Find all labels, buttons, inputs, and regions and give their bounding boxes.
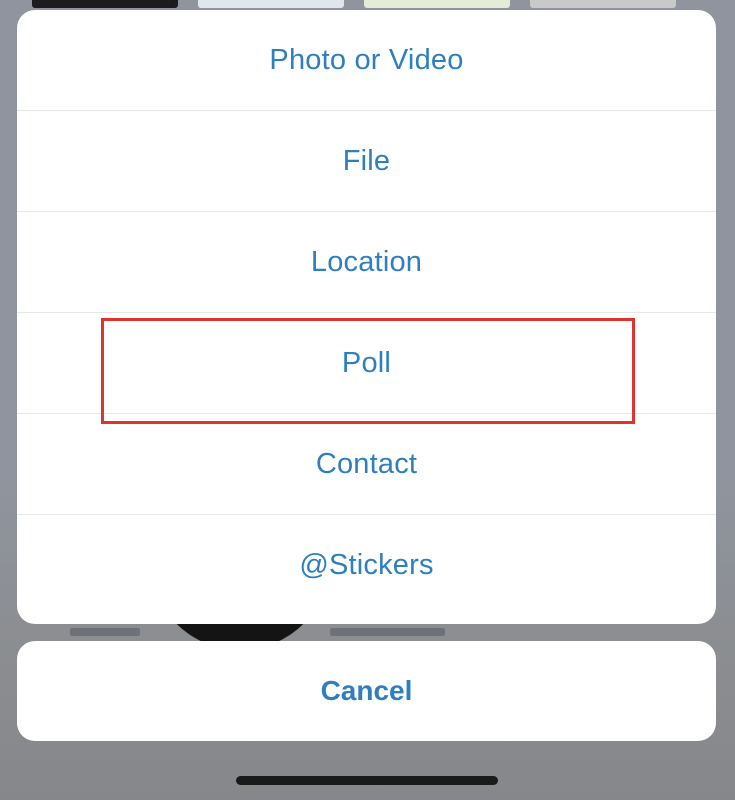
home-indicator: [236, 776, 498, 785]
photo-thumbnail[interactable]: [32, 0, 178, 8]
photo-thumbnail[interactable]: [530, 0, 676, 8]
photo-thumbnail[interactable]: [198, 0, 344, 8]
photo-thumbnail-strip: [0, 0, 735, 8]
action-label: @Stickers: [299, 549, 434, 581]
action-location[interactable]: Location: [17, 212, 716, 313]
action-poll[interactable]: Poll: [17, 313, 716, 414]
background-text: [70, 628, 140, 636]
action-label: File: [342, 144, 391, 177]
action-file[interactable]: File: [17, 111, 716, 212]
attachment-action-sheet: Photo or Video File Location Poll Contac…: [17, 10, 716, 624]
cancel-button[interactable]: Cancel: [17, 641, 716, 741]
action-contact[interactable]: Contact: [17, 414, 716, 515]
action-label: Contact: [315, 447, 418, 480]
action-label: Poll: [341, 346, 392, 379]
background-text: [330, 628, 445, 636]
cancel-label: Cancel: [320, 675, 413, 706]
action-label: Location: [310, 245, 423, 278]
action-label: Photo or Video: [269, 43, 464, 76]
photo-thumbnail[interactable]: [364, 0, 510, 8]
action-stickers[interactable]: @Stickers: [17, 515, 716, 616]
action-photo-or-video[interactable]: Photo or Video: [17, 10, 716, 111]
